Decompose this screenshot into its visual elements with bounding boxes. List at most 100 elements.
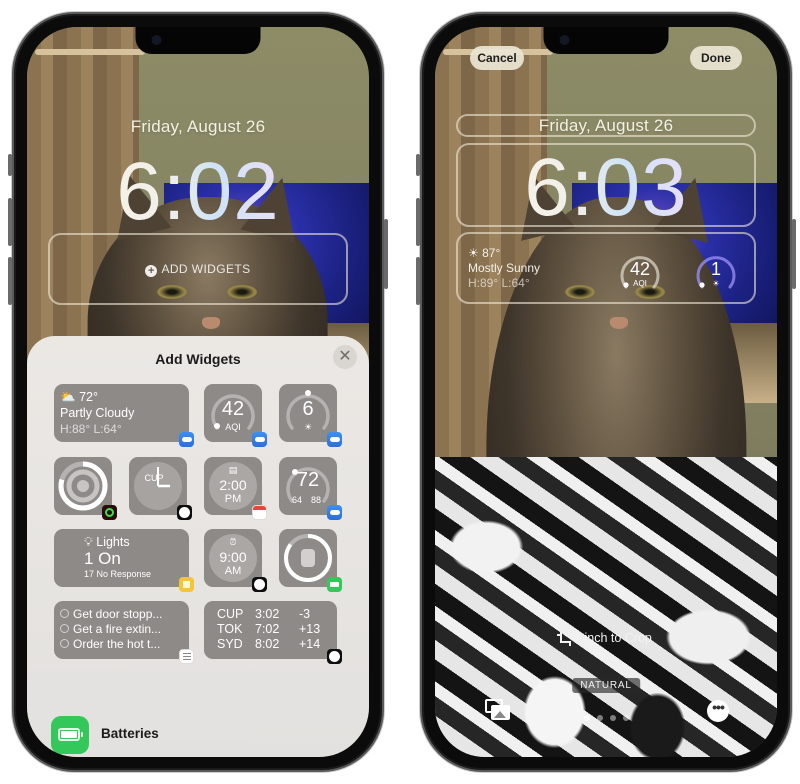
alarm-icon: ⏰︎ xyxy=(229,537,237,547)
reminders-app-badge-icon xyxy=(179,649,194,664)
lock-time: 6:03 xyxy=(435,147,777,229)
done-button[interactable]: Done xyxy=(690,46,742,70)
add-widgets-sheet: Add Widgets ✕ ⛅ 72° Partly Cloudy H:88° … xyxy=(27,336,369,757)
lock-date: Friday, August 26 xyxy=(130,117,266,136)
weather-app-badge-icon xyxy=(327,432,342,447)
widget-home-lights[interactable]: 💡︎ Lights 1 On 17 No Response xyxy=(54,529,194,592)
add-widgets-label: ADD WIDGETS xyxy=(161,262,251,276)
weather-app-badge-icon xyxy=(252,432,267,447)
world-clock-row: SYD 8:02 +14 xyxy=(217,637,321,651)
page-dot[interactable] xyxy=(609,715,616,721)
calendar-ampm: PM xyxy=(224,493,242,505)
page-dot[interactable] xyxy=(622,715,629,721)
left-phone-frame: Friday, August 26 6:02 + ADD WIDGETS Add … xyxy=(8,12,388,772)
lights-title: Lights xyxy=(96,535,130,549)
lock-weather-hilo: H:89° L:64° xyxy=(468,276,530,290)
uv-value: 1 xyxy=(710,259,721,279)
widget-reminders[interactable]: Get door stopp... Get a fire extin... Or… xyxy=(54,601,194,664)
temperature-high: 88 xyxy=(311,495,322,505)
watch-icon xyxy=(301,549,315,567)
battery-icon xyxy=(51,716,89,754)
stand-ring xyxy=(77,480,89,492)
right-phone-frame: Cancel Done Friday, August 26 6:03 ☀ 87°… xyxy=(416,12,796,772)
alarm-time: 9:00 xyxy=(219,549,247,565)
partly-cloudy-icon: ⛅ xyxy=(60,390,76,404)
close-button[interactable]: ✕ xyxy=(333,345,357,369)
weather-condition: Partly Cloudy xyxy=(60,406,135,420)
widget-world-clock-list[interactable]: CUP 3:02 -3 TOK 7:02 +13 SYD 8:02 +14 xyxy=(204,601,342,664)
lights-status: 1 On xyxy=(84,549,121,568)
mute-switch xyxy=(416,154,420,176)
temperature-low: 64 xyxy=(292,495,303,505)
calendar-icon: ▤ xyxy=(228,465,238,475)
lock-weather-temp: 87° xyxy=(482,246,501,260)
volume-up-button xyxy=(416,198,420,246)
weather-temp: 72° xyxy=(79,390,98,404)
side-button xyxy=(792,219,796,289)
sheet-title: Add Widgets xyxy=(155,351,241,367)
widget-watch-battery[interactable] xyxy=(279,529,342,592)
lock-time: 6:02 xyxy=(27,151,369,233)
cancel-button[interactable]: Cancel xyxy=(470,46,524,70)
plus-icon: + xyxy=(145,265,158,277)
batteries-app-badge-icon xyxy=(327,577,342,592)
sun-icon: ☀ xyxy=(303,422,313,432)
right-screen: Cancel Done Friday, August 26 6:03 ☀ 87°… xyxy=(435,27,777,757)
calendar-time: 2:00 xyxy=(219,477,247,493)
sun-icon: ☀ xyxy=(712,279,720,288)
lock-widget-uv[interactable]: 1 ☀ xyxy=(691,247,741,297)
weather-app-badge-icon xyxy=(327,505,342,520)
fitness-app-badge-icon xyxy=(102,505,117,520)
page-dot[interactable] xyxy=(596,715,603,721)
widget-weather-conditions[interactable]: ⛅ 72° Partly Cloudy H:88° L:64° xyxy=(54,384,194,447)
ellipsis-icon[interactable]: ••• xyxy=(707,700,729,722)
home-app-badge-icon xyxy=(179,577,194,592)
weather-app-badge-icon xyxy=(179,432,194,447)
volume-down-button xyxy=(8,257,12,305)
notch xyxy=(543,27,669,54)
lights-sub: 17 No Response xyxy=(84,569,152,579)
volume-down-button xyxy=(416,257,420,305)
lock-widget-aqi[interactable]: 42 AQI xyxy=(615,247,665,297)
calendar-app-badge-icon xyxy=(252,505,267,520)
uv-gauge-marker xyxy=(305,390,311,396)
temperature-value: 72 xyxy=(296,469,320,491)
lock-weather-condition: Mostly Sunny xyxy=(468,261,541,275)
app-list-item-batteries[interactable]: Batteries xyxy=(27,706,369,757)
reminder-item[interactable]: Order the hot t... xyxy=(60,637,162,652)
widget-world-clock-analog[interactable]: CUP xyxy=(129,457,192,520)
widget-uv-index[interactable]: 6 ☀ xyxy=(279,384,342,447)
alarm-ampm: AM xyxy=(224,565,242,577)
clock-city: CUP xyxy=(144,473,164,483)
aqi-value: 42 xyxy=(629,259,651,279)
add-widgets-button[interactable]: + ADD WIDGETS xyxy=(27,262,369,277)
crop-icon xyxy=(557,632,572,646)
widget-temperature-gauge[interactable]: 72 64 88 xyxy=(279,457,342,520)
clock-app-badge-icon xyxy=(327,649,342,664)
pinch-to-crop-hint: Pinch to Crop xyxy=(435,631,777,646)
sun-icon: ☀ xyxy=(468,246,479,260)
clock-app-badge-icon xyxy=(252,577,267,592)
reminder-item[interactable]: Get door stopp... xyxy=(60,607,162,622)
widget-calendar-next[interactable]: ▤ 2:00 PM xyxy=(204,457,267,520)
weather-hilo: H:88° L:64° xyxy=(60,422,122,436)
lock-widget-weather[interactable]: ☀ 87° Mostly Sunny H:89° L:64° xyxy=(468,246,540,291)
widget-activity-rings[interactable] xyxy=(54,457,117,520)
widget-air-quality[interactable]: 42 AQI xyxy=(204,384,267,447)
world-clock-row: TOK 7:02 +13 xyxy=(217,622,321,636)
page-dot[interactable] xyxy=(583,715,590,721)
world-clock-row: CUP 3:02 -3 xyxy=(217,607,311,621)
volume-up-button xyxy=(8,198,12,246)
left-screen: Friday, August 26 6:02 + ADD WIDGETS Add … xyxy=(27,27,369,757)
lock-date: Friday, August 26 xyxy=(538,116,674,135)
clock-app-badge-icon xyxy=(177,505,192,520)
aqi-value: 42 xyxy=(221,398,245,420)
reminder-item[interactable]: Get a fire extin... xyxy=(60,622,162,637)
widget-alarm[interactable]: ⏰︎ 9:00 AM xyxy=(204,529,267,592)
side-button xyxy=(384,219,388,289)
lightbulb-icon: 💡︎ xyxy=(84,535,93,549)
notch xyxy=(135,27,261,54)
app-list-label: Batteries xyxy=(101,726,159,741)
aqi-label: AQI xyxy=(633,279,647,288)
filter-style-label: NATURAL xyxy=(572,678,640,693)
